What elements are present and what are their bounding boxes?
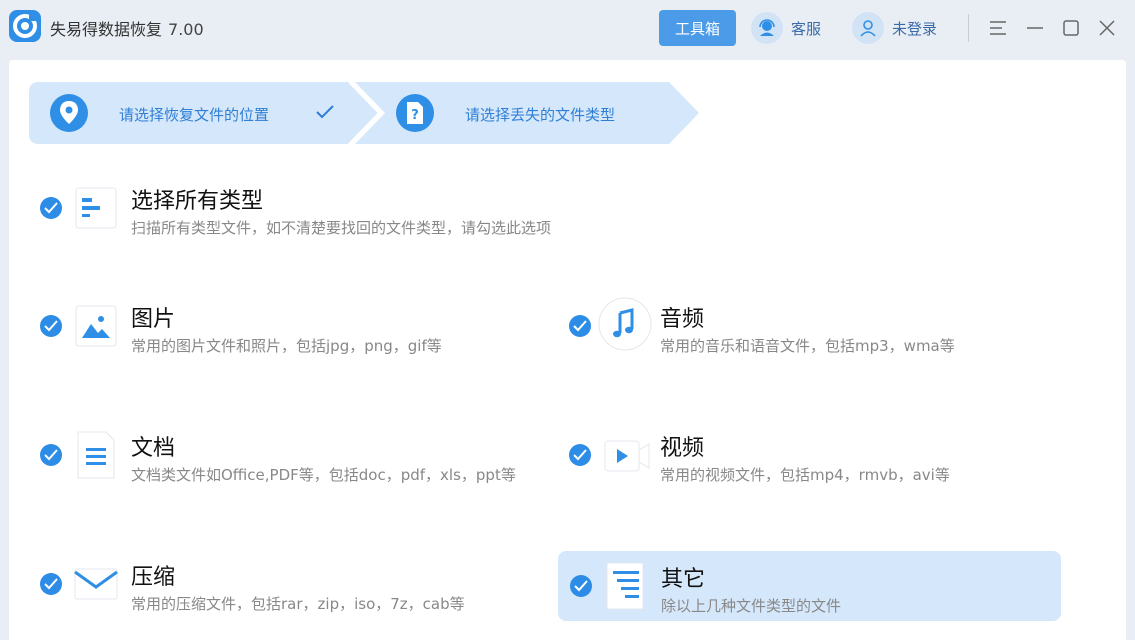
location-pin-icon: [50, 94, 88, 132]
option-description: 常用的音乐和语音文件，包括mp3，wma等: [660, 337, 955, 355]
option-title: 图片: [131, 307, 176, 332]
header-divider: [968, 14, 969, 42]
minimize-icon[interactable]: [1025, 18, 1045, 38]
option-title: 文档: [131, 436, 176, 461]
option-other[interactable]: 其它 除以上几种文件类型的文件: [558, 551, 1061, 621]
headset-icon: [751, 12, 783, 44]
checkbox-checked-icon[interactable]: [40, 315, 62, 337]
svg-text:?: ?: [411, 108, 419, 123]
question-file-icon: ?: [396, 94, 434, 132]
option-title: 选择所有类型: [131, 189, 264, 214]
option-title: 压缩: [131, 565, 176, 590]
envelope-icon: [74, 560, 118, 608]
music-note-icon: [598, 297, 652, 351]
checkbox-checked-icon[interactable]: [40, 197, 62, 219]
service-label: 客服: [791, 19, 822, 38]
option-title: 视频: [660, 436, 705, 461]
login-label: 未登录: [892, 19, 938, 38]
option-description: 常用的图片文件和照片，包括jpg，png，gif等: [131, 337, 442, 355]
option-description: 除以上几种文件类型的文件: [661, 597, 842, 615]
user-icon: [852, 12, 884, 44]
option-images[interactable]: 图片 常用的图片文件和照片，包括jpg，png，gif等: [9, 291, 529, 361]
checkbox-checked-icon[interactable]: [40, 444, 62, 466]
checkbox-checked-icon[interactable]: [570, 575, 592, 597]
all-types-icon: [74, 184, 118, 232]
menu-icon[interactable]: [988, 18, 1008, 38]
option-title: 其它: [661, 567, 706, 592]
checkbox-checked-icon[interactable]: [569, 315, 591, 337]
login-button[interactable]: 未登录: [852, 12, 937, 44]
app-name: 失易得数据恢复: [50, 20, 163, 39]
option-description: 文档类文件如Office,PDF等，包括doc，pdf，xls，ppt等: [131, 466, 516, 484]
title-bar: 失易得数据恢复 7.00 工具箱 客服 未登录: [0, 0, 1135, 56]
toolbox-button[interactable]: 工具箱: [659, 10, 736, 46]
close-icon[interactable]: [1097, 18, 1117, 38]
video-icon: [603, 431, 650, 479]
option-title: 音频: [660, 307, 705, 332]
step-complete-check-icon: [315, 104, 335, 124]
app-version: 7.00: [168, 20, 204, 39]
app-logo-icon: [9, 10, 41, 42]
checkbox-checked-icon[interactable]: [40, 573, 62, 595]
step-2-label: 请选择丢失的文件类型: [465, 106, 616, 124]
step-1-label: 请选择恢复文件的位置: [119, 106, 270, 124]
option-description: 常用的压缩文件，包括rar，zip，iso，7z，cab等: [131, 595, 465, 613]
option-description: 常用的视频文件，包括mp4，rmvb，avi等: [660, 466, 950, 484]
option-all-types[interactable]: 选择所有类型 扫描所有类型文件，如不清楚要找回的文件类型，请勾选此选项: [9, 173, 569, 243]
main-panel: 请选择恢复文件的位置 ? 请选择丢失的文件类型 选择所有类型 扫描所有类型文件，…: [9, 60, 1126, 640]
customer-service-button[interactable]: 客服: [751, 12, 821, 44]
document-icon: [74, 431, 118, 479]
step-breadcrumb: 请选择恢复文件的位置 ? 请选择丢失的文件类型: [29, 82, 699, 144]
option-documents[interactable]: 文档 文档类文件如Office,PDF等，包括doc，pdf，xls，ppt等: [9, 420, 549, 490]
checkbox-checked-icon[interactable]: [569, 444, 591, 466]
maximize-icon[interactable]: [1061, 18, 1081, 38]
other-files-icon: [603, 562, 647, 610]
option-archives[interactable]: 压缩 常用的压缩文件，包括rar，zip，iso，7z，cab等: [9, 549, 529, 619]
app-title: 失易得数据恢复 7.00: [50, 16, 204, 40]
option-video[interactable]: 视频 常用的视频文件，包括mp4，rmvb，avi等: [538, 420, 1058, 490]
option-audio[interactable]: 音频 常用的音乐和语音文件，包括mp3，wma等: [538, 291, 1058, 361]
image-icon: [74, 302, 118, 350]
option-description: 扫描所有类型文件，如不清楚要找回的文件类型，请勾选此选项: [131, 219, 552, 237]
